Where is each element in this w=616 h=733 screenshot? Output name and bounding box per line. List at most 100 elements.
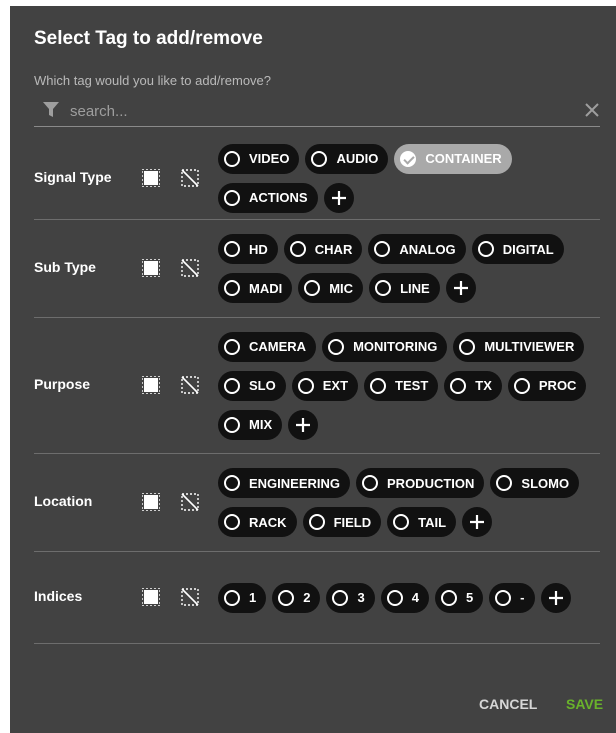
tag-chip[interactable]: HD [218, 234, 278, 264]
tag-chip[interactable]: PROC [507, 370, 587, 401]
tag-label: SLOMO [521, 475, 570, 491]
tag-chip[interactable]: VIDEO [218, 143, 300, 174]
add-tag-button[interactable] [462, 507, 493, 537]
tag-chip[interactable]: - [489, 582, 535, 613]
select-all-icon[interactable] [142, 168, 160, 187]
radio-circle-icon [297, 377, 314, 394]
tag-chip[interactable]: MULTIVIEWER [453, 331, 585, 362]
radio-circle-icon [370, 377, 387, 394]
tag-chip-list: 1 2 3 4 5 - [218, 582, 606, 613]
deselect-all-icon[interactable] [181, 168, 199, 187]
select-all-icon[interactable] [142, 588, 160, 606]
plus-icon [548, 590, 563, 605]
tag-label: ACTIONS [249, 190, 308, 205]
deselect-all-icon[interactable] [181, 376, 199, 394]
tag-chip[interactable]: DIGITAL [471, 234, 564, 264]
tag-chip[interactable]: SLOMO [490, 468, 580, 498]
deselect-all-icon[interactable] [181, 588, 199, 606]
save-button[interactable]: SAVE [566, 696, 603, 712]
add-tag-button[interactable] [323, 182, 354, 213]
tag-label: RACK [249, 514, 287, 530]
radio-circle-icon [450, 377, 467, 394]
tag-label: 2 [303, 590, 311, 605]
select-all-icon[interactable] [142, 493, 160, 511]
tag-label: HD [249, 241, 268, 257]
tag-chip[interactable]: MONITORING [322, 331, 448, 362]
tag-chip[interactable]: 2 [272, 582, 321, 613]
radio-circle-icon [496, 475, 513, 491]
tag-chip[interactable]: RACK [218, 507, 297, 537]
tag-chip[interactable]: MIX [218, 409, 283, 440]
radio-circle-icon [513, 377, 530, 394]
tag-chip[interactable]: 1 [218, 582, 267, 613]
tag-label: TEST [395, 378, 429, 393]
radio-circle-icon [495, 589, 512, 606]
tag-label: 4 [411, 590, 419, 605]
tag-chip[interactable]: EXT [291, 370, 359, 401]
add-tag-button[interactable] [540, 582, 571, 613]
dialog-subtitle: Which tag would you like to add/remove? [34, 73, 272, 88]
close-icon[interactable] [584, 102, 600, 118]
deselect-all-icon[interactable] [181, 493, 199, 511]
tag-chip-list: VIDEO AUDIO CONTAINER ACTIONS [218, 143, 606, 213]
tag-chip[interactable]: CHAR [283, 234, 363, 264]
tag-label: LINE [400, 280, 430, 296]
tag-label: - [520, 590, 525, 605]
plus-icon [470, 515, 485, 529]
tag-chip[interactable]: 4 [380, 582, 429, 613]
tag-label: DIGITAL [502, 241, 554, 257]
tag-chip[interactable]: ANALOG [368, 234, 466, 264]
select-all-icon[interactable] [142, 259, 160, 277]
radio-circle-icon [224, 338, 240, 355]
radio-circle-icon [440, 589, 457, 606]
tag-label: AUDIO [336, 151, 379, 166]
tag-chip[interactable]: LINE [369, 273, 440, 303]
radio-circle-icon [459, 338, 476, 355]
radio-circle-icon [311, 150, 328, 167]
radio-circle-icon [386, 589, 403, 606]
tag-chip[interactable]: 5 [434, 582, 484, 613]
radio-circle-icon [224, 377, 240, 394]
tag-label: MONITORING [353, 339, 438, 354]
tag-label: 5 [465, 590, 474, 605]
search-input[interactable] [68, 98, 562, 124]
add-tag-button[interactable] [445, 273, 476, 303]
tag-chip[interactable]: MIC [298, 273, 364, 303]
radio-circle-icon [224, 189, 240, 206]
deselect-all-icon[interactable] [181, 259, 199, 277]
search-bar [34, 96, 600, 127]
tag-chip[interactable]: PRODUCTION [356, 468, 485, 498]
tag-chip[interactable]: FIELD [302, 507, 382, 537]
add-tag-button[interactable] [288, 409, 319, 440]
tag-label: EXT [322, 378, 349, 393]
radio-circle-icon [332, 589, 349, 606]
cancel-button[interactable]: CANCEL [479, 696, 537, 712]
radio-circle-icon [289, 241, 306, 257]
section-label: Signal Type [34, 168, 112, 185]
tag-label: MULTIVIEWER [484, 339, 575, 354]
tag-label: PROC [538, 378, 577, 393]
tag-chip[interactable]: TEST [364, 370, 439, 401]
radio-circle-icon [304, 280, 321, 296]
radio-circle-icon [308, 514, 325, 530]
radio-circle-icon [224, 280, 240, 296]
radio-circle-icon [224, 150, 240, 167]
tag-chip-list: HD CHAR ANALOG DIGITAL MADI MIC LINE [218, 234, 606, 303]
plus-icon [453, 281, 468, 295]
tag-chip[interactable]: MADI [218, 273, 293, 303]
tag-chip[interactable]: ENGINEERING [218, 468, 351, 498]
filter-icon [43, 102, 59, 117]
tag-chip[interactable]: SLO [218, 370, 286, 401]
tag-section-3: Location ENGINEERING PRODUCTION SLOMO RACK FI… [34, 453, 600, 552]
tag-chip[interactable]: TAIL [387, 507, 457, 537]
radio-circle-icon [393, 514, 410, 530]
tag-chip[interactable]: AUDIO [305, 143, 389, 174]
tag-chip[interactable]: 3 [326, 582, 375, 613]
tag-chip[interactable]: ACTIONS [218, 182, 318, 213]
tag-chip[interactable]: CAMERA [218, 331, 317, 362]
tag-label: ANALOG [399, 241, 456, 257]
tag-chip[interactable]: TX [444, 370, 502, 401]
tag-chip[interactable]: CONTAINER [394, 143, 512, 174]
radio-circle-icon [375, 280, 392, 296]
select-all-icon[interactable] [142, 376, 160, 394]
